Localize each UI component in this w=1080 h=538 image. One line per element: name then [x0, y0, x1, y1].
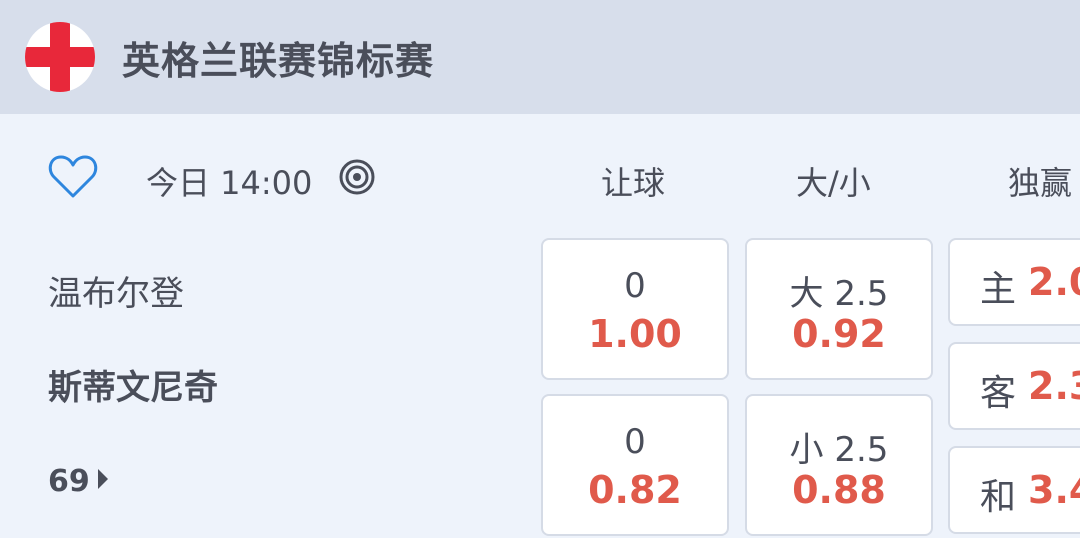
- heart-icon[interactable]: [48, 152, 98, 200]
- moneyline-label: 客: [980, 373, 1017, 414]
- moneyline-draw-odds[interactable]: 和 3.4: [948, 446, 1080, 534]
- odds-price: 0.88: [792, 468, 886, 512]
- under-odds[interactable]: 小 2.5 0.88: [745, 394, 933, 536]
- moneyline-away-odds[interactable]: 客 2.3: [948, 342, 1080, 430]
- live-stats-icon[interactable]: [338, 158, 376, 196]
- moneyline-price: 3.4: [1028, 468, 1080, 512]
- odds-line: 0: [624, 266, 646, 306]
- column-header-over-under: 大/小: [796, 164, 871, 202]
- league-title: 英格兰联赛锦标赛: [122, 39, 435, 83]
- more-markets-count: 69: [48, 464, 90, 499]
- moneyline-price: 2.0: [1028, 260, 1080, 304]
- triangle-right-icon: [97, 469, 108, 489]
- column-header-handicap: 让球: [601, 164, 666, 202]
- odds-price: 0.82: [588, 468, 682, 512]
- away-team: 斯蒂文尼奇: [48, 368, 218, 408]
- moneyline-label: 和: [980, 477, 1017, 518]
- odds-price: 0.92: [792, 312, 886, 356]
- handicap-away-odds[interactable]: 0 0.82: [541, 394, 729, 536]
- odds-line: 小 2.5: [789, 430, 889, 470]
- over-odds[interactable]: 大 2.5 0.92: [745, 238, 933, 380]
- odds-price: 1.00: [588, 312, 682, 356]
- more-markets-button[interactable]: 69: [48, 464, 108, 499]
- match-time: 今日 14:00: [146, 164, 313, 202]
- home-team: 温布尔登: [48, 274, 184, 314]
- moneyline-price: 2.3: [1028, 364, 1080, 408]
- odds-line: 0: [624, 422, 646, 462]
- moneyline-home-odds[interactable]: 主 2.0: [948, 238, 1080, 326]
- league-header[interactable]: 英格兰联赛锦标赛: [0, 0, 1080, 114]
- column-header-moneyline: 独赢: [1008, 164, 1073, 202]
- england-flag-icon: [25, 22, 95, 92]
- handicap-home-odds[interactable]: 0 1.00: [541, 238, 729, 380]
- odds-line: 大 2.5: [789, 274, 889, 314]
- moneyline-label: 主: [980, 269, 1017, 310]
